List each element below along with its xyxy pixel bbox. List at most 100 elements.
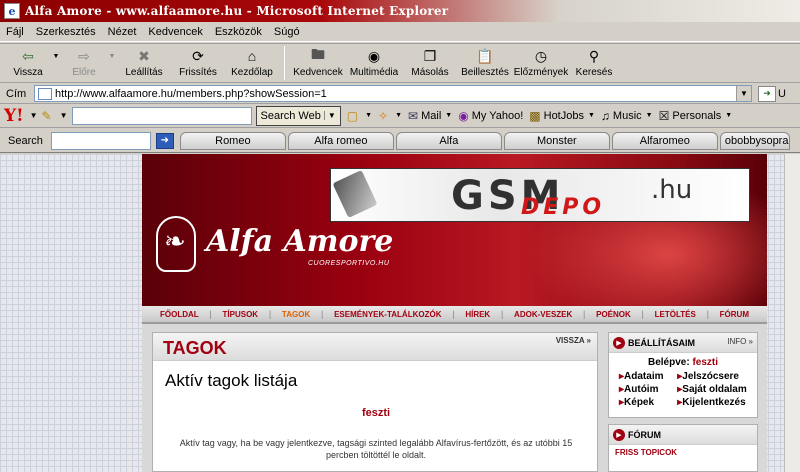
stop-icon: ✖ — [138, 47, 150, 64]
back-button[interactable]: ⇦ Vissza — [6, 44, 50, 82]
home-icon: ⌂ — [247, 48, 257, 64]
settings-title: BEÁLLÍTÁSAIM — [628, 337, 695, 348]
nav-item-poenok[interactable]: POÉNOK — [596, 310, 631, 319]
yahoo-toolbar: Y! ▼ ✎ ▼ Search Web ▼ ▢ ▼ ✧ ▼ ✉ Mail ▼ ◉ My Y… — [0, 104, 800, 128]
link-tab-alfa-romeo[interactable]: Alfa romeo — [287, 131, 394, 150]
dropdown-arrow-icon: ▼ — [395, 112, 403, 119]
pencil-icon[interactable]: ✎ — [42, 109, 52, 123]
multimedia-button[interactable]: ◉ Multimédia — [345, 44, 403, 82]
paste-icon: 📋 — [476, 47, 494, 64]
refresh-button[interactable]: ⟳ Frissítés — [170, 44, 226, 82]
vertical-scrollbar[interactable] — [784, 154, 800, 472]
settings-link-kijelentkezes[interactable]: Kijelentkezés — [677, 397, 753, 408]
personals-button[interactable]: ☒ Personals ▼ — [659, 109, 733, 123]
menu-tools[interactable]: Eszközök — [215, 26, 262, 38]
forward-dropdown[interactable]: ▼ — [106, 44, 118, 82]
back-dropdown[interactable]: ▼ — [50, 44, 62, 82]
menu-view[interactable]: Nézet — [108, 26, 137, 38]
pencil-dropdown-icon[interactable]: ▼ — [60, 111, 68, 120]
links-search-input[interactable] — [50, 131, 151, 150]
home-button[interactable]: ⌂ Kezdőlap — [226, 44, 278, 82]
content-area: TAGOK VISSZA » Aktív tagok listája feszt… — [142, 324, 767, 472]
site-page: GSM DEPO .hu Alfa Amore CUORESPORTIVO.HU… — [142, 154, 767, 472]
go-button-label[interactable]: U — [778, 88, 786, 100]
forum-panel: ▶ FÓRUM FRISS TOPICOK — [608, 424, 758, 472]
personals-icon: ☒ — [658, 108, 670, 123]
nav-separator: | — [641, 309, 644, 319]
nav-separator: | — [452, 309, 455, 319]
settings-link-sajat-oldalam[interactable]: Saját oldalam — [677, 384, 753, 395]
nav-item-letoltes[interactable]: LETÖLTÉS — [655, 310, 696, 319]
menu-help[interactable]: Súgó — [274, 26, 300, 38]
history-button[interactable]: ◷ Előzmények — [513, 44, 569, 82]
music-button[interactable]: ♫ Music ▼ — [601, 109, 653, 123]
address-input[interactable]: http://www.alfaamore.hu/members.php?show… — [34, 85, 752, 102]
logo-subtitle: CUORESPORTIVO.HU — [308, 260, 390, 267]
settings-link-jelszocsere[interactable]: Jelszócsere — [677, 371, 753, 382]
link-tab-alfaromeo[interactable]: Alfaromeo — [611, 131, 718, 150]
browser-viewport: GSM DEPO .hu Alfa Amore CUORESPORTIVO.HU… — [0, 154, 800, 472]
page-icon — [38, 87, 52, 100]
yahoo-menu-dropdown-icon[interactable]: ▼ — [30, 111, 38, 120]
link-tab-alfa[interactable]: Alfa — [395, 131, 502, 150]
multimedia-icon: ◉ — [367, 47, 381, 64]
link-tab-obobbysoprar[interactable]: obobbysoprar — [719, 131, 790, 150]
yahoo-search-input[interactable] — [71, 106, 252, 125]
page-title: TAGOK — [163, 338, 227, 358]
toolbar-separator — [284, 46, 285, 80]
menu-edit[interactable]: Szerkesztés — [36, 26, 96, 38]
settings-link-kepek[interactable]: Képek — [619, 397, 677, 408]
logged-in-user[interactable]: feszti — [692, 357, 718, 368]
nav-item-fooldal[interactable]: FŐOLDAL — [160, 310, 199, 319]
address-url: http://www.alfaamore.hu/members.php?show… — [55, 87, 327, 100]
paste-button[interactable]: 📋 Beillesztés — [457, 44, 513, 82]
search-button[interactable]: ⚲ Keresés — [569, 44, 619, 82]
music-icon: ♫ — [600, 108, 610, 123]
back-arrow-icon: ⇦ — [22, 47, 34, 64]
address-dropdown-icon[interactable]: ▼ — [736, 86, 751, 101]
forward-arrow-icon: ⇨ — [78, 47, 90, 64]
go-arrow-icon[interactable]: ➜ — [758, 85, 776, 102]
nav-item-hirek[interactable]: HÍREK — [465, 310, 490, 319]
stop-button[interactable]: ✖ Leállítás — [118, 44, 170, 82]
nav-separator: | — [209, 309, 212, 319]
settings-link-adataim[interactable]: Adataim — [619, 371, 677, 382]
back-link[interactable]: VISSZA » — [556, 336, 591, 345]
hotjobs-button[interactable]: ▩ HotJobs ▼ — [529, 109, 595, 123]
nav-item-tagok[interactable]: TAGOK — [282, 310, 310, 319]
highlight-button[interactable]: ▢ ▼ — [347, 109, 372, 123]
logo-name: Alfa Amore — [206, 224, 394, 259]
dropdown-arrow-icon: ▼ — [365, 112, 373, 119]
site-logo[interactable]: Alfa Amore CUORESPORTIVO.HU — [156, 216, 416, 276]
nav-item-forum[interactable]: FÓRUM — [720, 310, 749, 319]
search-web-dropdown-icon[interactable]: ▼ — [323, 111, 336, 120]
menu-favorites[interactable]: Kedvencek — [148, 26, 202, 38]
my-yahoo-button[interactable]: ◉ My Yahoo! — [458, 109, 523, 123]
yahoo-mail-button[interactable]: ✉ Mail ▼ — [408, 109, 452, 123]
menu-bar: Fájl Szerkesztés Nézet Kedvencek Eszközö… — [0, 22, 800, 42]
forum-header: ▶ FÓRUM — [609, 425, 757, 445]
alfa-crest-icon — [156, 216, 196, 272]
nav-item-esemenyek[interactable]: ESEMÉNYEK-TALÁLKOZÓK — [334, 310, 441, 319]
menu-file[interactable]: Fájl — [6, 26, 24, 38]
nav-item-adok-veszek[interactable]: ADOK-VESZEK — [514, 310, 572, 319]
settings-links: Adataim Jelszócsere Autóim Saját oldalam… — [609, 368, 757, 408]
members-panel: TAGOK VISSZA » Aktív tagok listája feszt… — [152, 332, 598, 472]
forward-button[interactable]: ⇨ Előre — [62, 44, 106, 82]
settings-info-link[interactable]: INFO » — [727, 337, 753, 346]
settings-link-autoim[interactable]: Autóim — [619, 384, 677, 395]
link-tab-romeo[interactable]: Romeo — [179, 131, 286, 150]
copy-button[interactable]: ❐ Másolás — [403, 44, 457, 82]
link-tab-monster[interactable]: Monster — [503, 131, 610, 150]
active-member-link[interactable]: feszti — [153, 407, 599, 419]
banner-depo-text: DEPO — [521, 195, 606, 220]
nav-separator: | — [500, 309, 504, 319]
yahoo-logo[interactable]: Y! — [4, 106, 24, 126]
search-go-arrow-icon[interactable]: ➜ — [155, 132, 174, 149]
gsm-depo-banner[interactable]: GSM DEPO .hu — [330, 168, 750, 222]
popup-blocker-button[interactable]: ✧ ▼ — [378, 109, 402, 123]
favorites-button[interactable]: 🖿 Kedvencek — [291, 44, 345, 82]
search-web-button[interactable]: Search Web ▼ — [255, 105, 341, 126]
mail-icon: ✉ — [408, 108, 419, 123]
nav-item-tipusok[interactable]: TÍPUSOK — [223, 310, 259, 319]
